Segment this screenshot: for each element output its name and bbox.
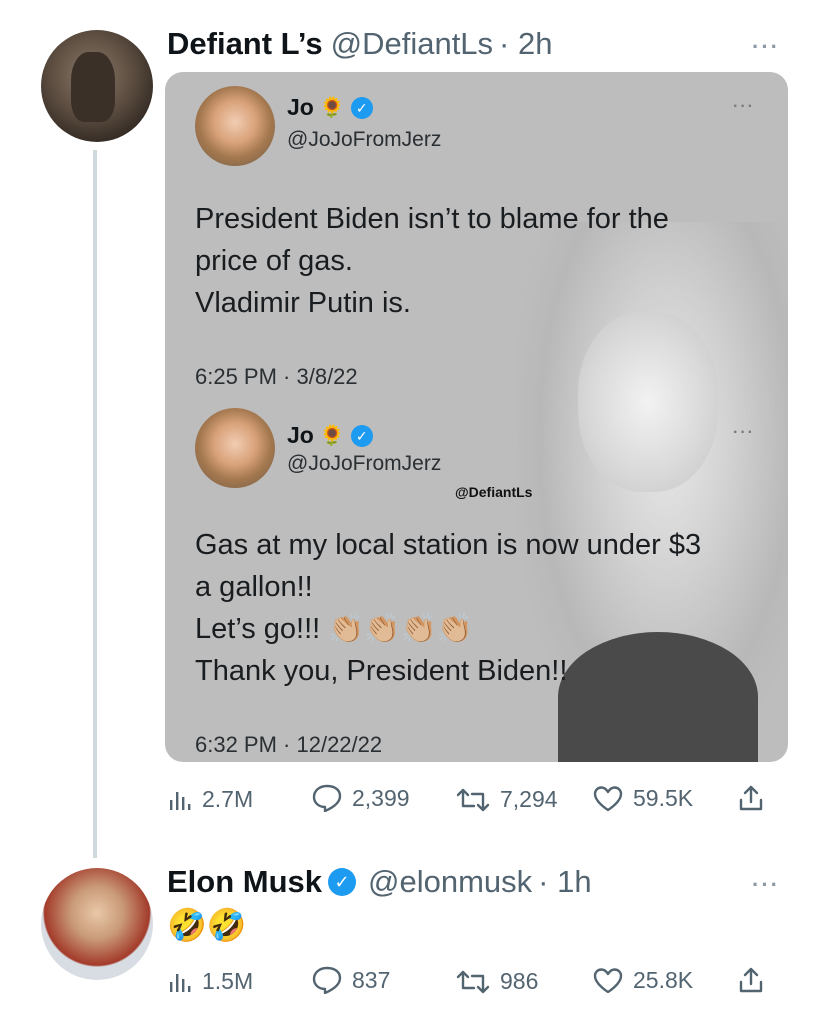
tweet-time[interactable]: · 1h bbox=[538, 864, 591, 900]
like-count: 25.8K bbox=[633, 967, 694, 993]
avatar[interactable] bbox=[41, 30, 153, 142]
heart-icon bbox=[593, 967, 623, 993]
quoted-tweet-time: 6:32 PM · 12/22/22 bbox=[195, 732, 383, 757]
author-handle[interactable]: @DefiantLs bbox=[331, 26, 493, 62]
reply-button[interactable]: 2,399 bbox=[312, 784, 410, 812]
retweet-count: 986 bbox=[500, 968, 539, 994]
share-button[interactable] bbox=[737, 966, 765, 994]
more-options-icon[interactable]: ··· bbox=[752, 872, 780, 898]
quoted-tweet-text: President Biden isn’t to blame for the p… bbox=[195, 203, 669, 319]
reply-count: 837 bbox=[352, 966, 391, 993]
quoted-tweet-time: 6:25 PM · 3/8/22 bbox=[195, 364, 358, 389]
reply-icon bbox=[312, 966, 342, 994]
quoted-author-name: Jo 🌻 ✓ bbox=[287, 94, 373, 121]
author-name[interactable]: Defiant L’s bbox=[167, 26, 323, 62]
heart-icon bbox=[593, 785, 623, 811]
quoted-tweet-text: Gas at my local station is now under $3 … bbox=[195, 529, 702, 687]
retweet-count: 7,294 bbox=[500, 786, 558, 812]
quoted-avatar bbox=[195, 408, 275, 488]
tweet-header: Elon Musk ✓ @elonmusk · 1h bbox=[167, 864, 592, 900]
author-name[interactable]: Elon Musk bbox=[167, 864, 322, 900]
watermark: @DefiantLs bbox=[455, 484, 533, 500]
avatar[interactable] bbox=[41, 868, 153, 980]
share-button[interactable] bbox=[737, 784, 765, 812]
reply-icon bbox=[312, 784, 342, 812]
retweet-icon bbox=[456, 970, 490, 993]
views-icon bbox=[170, 791, 191, 810]
sunflower-icon: 🌻 bbox=[319, 425, 345, 447]
more-options-icon: ··· bbox=[733, 98, 755, 115]
reply-button[interactable]: 837 bbox=[312, 966, 390, 994]
tweet-text: 🤣🤣 bbox=[167, 907, 247, 943]
reply-count: 2,399 bbox=[352, 784, 410, 811]
views-stat[interactable]: 1.5M bbox=[168, 968, 253, 995]
like-button[interactable]: 59.5K bbox=[593, 785, 693, 812]
more-options-icon[interactable]: ··· bbox=[752, 34, 780, 60]
quoted-author-name: Jo 🌻 ✓ bbox=[287, 422, 373, 449]
author-handle[interactable]: @elonmusk bbox=[368, 864, 532, 900]
verified-badge-icon: ✓ bbox=[350, 96, 373, 119]
retweet-button[interactable]: 986 bbox=[456, 968, 538, 995]
views-stat[interactable]: 2.7M bbox=[168, 786, 253, 813]
views-icon bbox=[170, 973, 191, 992]
views-count: 1.5M bbox=[202, 968, 254, 994]
verified-badge-icon: ✓ bbox=[328, 868, 357, 896]
quoted-author-handle: @JoJoFromJerz bbox=[287, 128, 442, 151]
share-icon bbox=[739, 785, 763, 811]
quoted-name-text: Jo bbox=[287, 422, 314, 448]
embedded-image[interactable]: Jo 🌻 ✓ @JoJoFromJerz ··· President Biden… bbox=[165, 72, 788, 762]
tweet-header: Defiant L’s @DefiantLs · 2h bbox=[167, 26, 552, 62]
retweet-icon bbox=[456, 788, 490, 811]
verified-badge-icon: ✓ bbox=[350, 424, 373, 447]
quoted-author-handle: @JoJoFromJerz bbox=[287, 452, 442, 475]
more-options-icon: ··· bbox=[733, 424, 755, 441]
sunflower-icon: 🌻 bbox=[319, 97, 345, 119]
quoted-name-text: Jo bbox=[287, 94, 314, 120]
views-count: 2.7M bbox=[202, 786, 254, 812]
retweet-button[interactable]: 7,294 bbox=[456, 786, 558, 813]
like-button[interactable]: 25.8K bbox=[593, 967, 693, 994]
like-count: 59.5K bbox=[633, 785, 694, 811]
quoted-avatar bbox=[195, 86, 275, 166]
thread-line bbox=[93, 150, 97, 858]
tweet-time[interactable]: · 2h bbox=[499, 26, 552, 62]
share-icon bbox=[739, 967, 763, 993]
